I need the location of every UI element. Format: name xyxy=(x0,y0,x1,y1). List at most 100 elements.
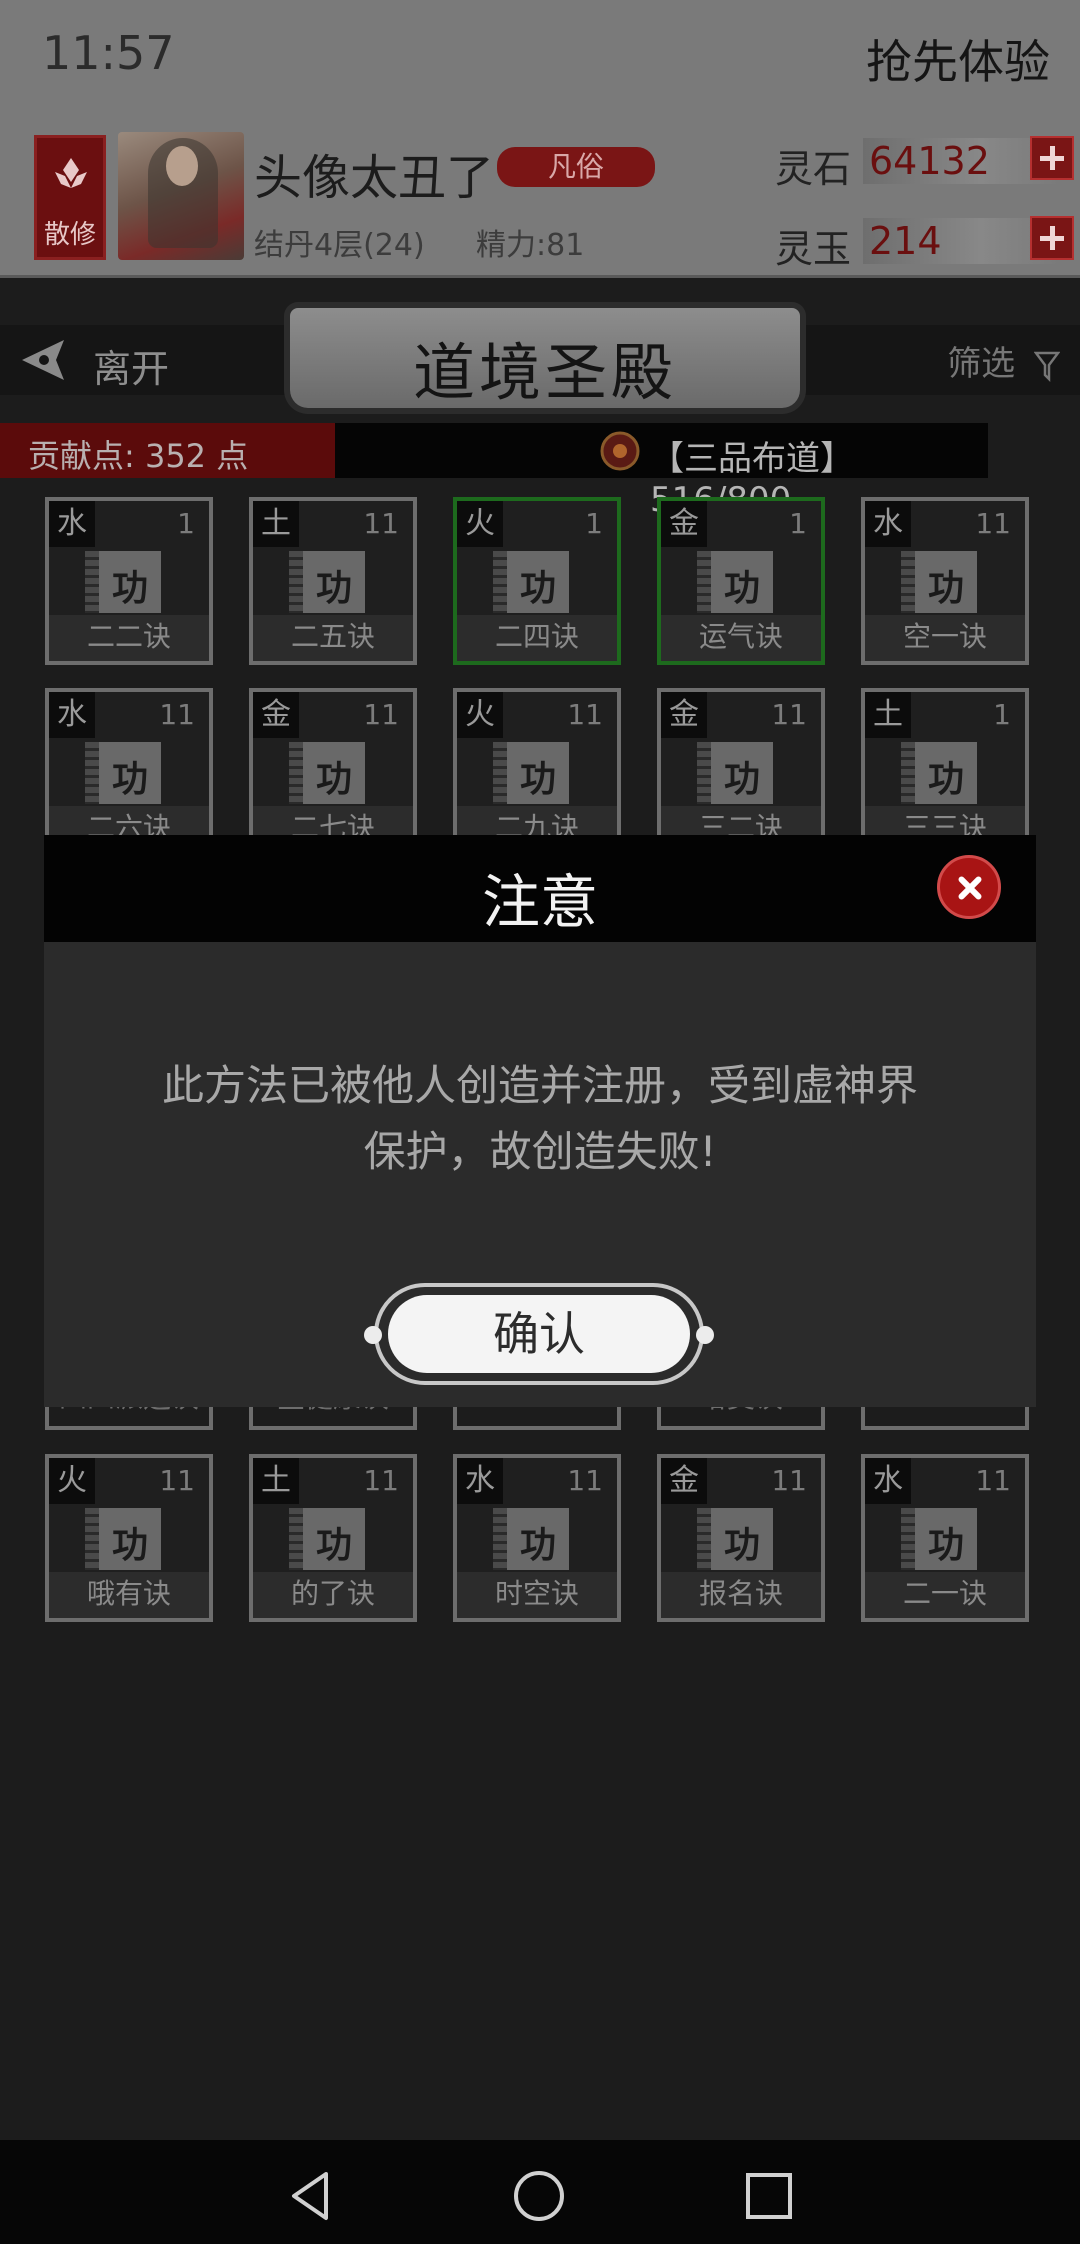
element-tag: 水 xyxy=(49,501,95,547)
filter-button[interactable]: 筛选 xyxy=(947,336,1060,385)
element-tag: 火 xyxy=(457,692,503,738)
skill-card[interactable]: 水 11 功 二六诀 xyxy=(45,688,213,856)
rank-badge: 凡俗 xyxy=(497,147,655,187)
contribution-points-box: 贡献点: 352 点 xyxy=(0,423,335,478)
frame-dot xyxy=(696,1326,714,1344)
close-icon[interactable] xyxy=(937,855,1001,919)
add-spirit-stone-button[interactable] xyxy=(1030,136,1074,180)
skill-name: 二一诀 xyxy=(865,1572,1025,1618)
dialog-title: 注意 xyxy=(481,868,598,936)
element-tag: 水 xyxy=(457,1458,503,1504)
status-bar: 11:57 抢先体验 xyxy=(0,0,1080,120)
lotus-icon xyxy=(55,158,87,188)
frame-dot xyxy=(364,1326,382,1344)
skill-name: 空一诀 xyxy=(865,615,1025,661)
confirm-button[interactable]: 确认 xyxy=(388,1295,690,1373)
skill-count: 11 xyxy=(567,1464,603,1497)
skill-card[interactable]: 火 11 功 哦有诀 xyxy=(45,1454,213,1622)
element-tag: 土 xyxy=(253,501,299,547)
skill-count: 11 xyxy=(975,507,1011,540)
skill-count: 1 xyxy=(585,507,603,540)
skill-card[interactable]: 水 11 功 时空诀 xyxy=(453,1454,621,1622)
dialog-message-line: 保护，故创造失败! xyxy=(363,1127,717,1176)
add-spirit-jade-button[interactable] xyxy=(1030,216,1074,260)
dialog-header: 注意 xyxy=(44,835,1036,942)
element-tag: 土 xyxy=(253,1458,299,1504)
skill-name: 运气诀 xyxy=(661,615,821,661)
skill-card[interactable]: 火 11 功 二九诀 xyxy=(453,688,621,856)
cultivation-level: 结丹4层(24) xyxy=(254,228,425,263)
confirm-button-frame: 确认 xyxy=(364,1283,714,1385)
skill-book-icon: 功 xyxy=(697,551,773,613)
skill-name: 二二诀 xyxy=(49,615,209,661)
avatar[interactable] xyxy=(118,132,244,260)
sect-badge[interactable]: 散修 xyxy=(34,135,106,260)
avatar-face xyxy=(166,146,198,186)
skill-card-selected[interactable]: 火 1 功 二四诀 xyxy=(453,497,621,665)
currency-name: 灵石 xyxy=(775,147,852,191)
currency-name: 灵玉 xyxy=(775,227,852,271)
energy: 精力:81 xyxy=(476,228,585,263)
player-header: 散修 头像太丑了 凡俗 结丹4层(24) 精力:81 灵石 64132 灵玉 2… xyxy=(0,120,1080,278)
skill-card[interactable]: 水 1 功 二二诀 xyxy=(45,497,213,665)
skill-book-icon: 功 xyxy=(901,742,977,804)
skill-book-icon: 功 xyxy=(85,1508,161,1570)
dialog-message: 此方法已被他人创造并注册，受到虚神界 保护，故创造失败! xyxy=(124,1053,956,1185)
leave-label: 离开 xyxy=(93,347,170,391)
page-title: 道境圣殿 xyxy=(412,336,677,409)
sect-label: 散修 xyxy=(43,220,96,250)
skill-book-icon: 功 xyxy=(901,1508,977,1570)
skill-book-icon: 功 xyxy=(697,742,773,804)
element-tag: 水 xyxy=(865,501,911,547)
skill-card[interactable]: 土 1 功 三三诀 xyxy=(861,688,1029,856)
notice-dialog: 注意 此方法已被他人创造并注册，受到虚神界 保护，故创造失败! 确认 xyxy=(44,835,1036,1407)
element-tag: 土 xyxy=(865,692,911,738)
element-tag: 水 xyxy=(865,1458,911,1504)
home-icon[interactable] xyxy=(511,2168,567,2224)
skill-count: 11 xyxy=(771,1464,807,1497)
skill-card[interactable]: 土 11 功 的了诀 xyxy=(249,1454,417,1622)
skill-book-icon: 功 xyxy=(289,551,365,613)
back-arrow-icon xyxy=(22,340,64,380)
skill-card[interactable]: 金 11 功 二七诀 xyxy=(249,688,417,856)
skill-count: 11 xyxy=(363,698,399,731)
skill-count: 11 xyxy=(159,698,195,731)
skill-book-icon: 功 xyxy=(493,551,569,613)
skill-count: 11 xyxy=(771,698,807,731)
skill-book-icon: 功 xyxy=(289,742,365,804)
skill-book-icon: 功 xyxy=(85,551,161,613)
skill-book-icon: 功 xyxy=(85,742,161,804)
skill-name: 哦有诀 xyxy=(49,1572,209,1618)
skill-name: 的了诀 xyxy=(253,1572,413,1618)
early-access-label: 抢先体验 xyxy=(866,35,1050,89)
element-tag: 金 xyxy=(661,501,707,547)
skill-book-icon: 功 xyxy=(901,551,977,613)
skill-book-icon: 功 xyxy=(697,1508,773,1570)
skill-card[interactable]: 水 11 功 二一诀 xyxy=(861,1454,1029,1622)
skill-book-icon: 功 xyxy=(493,742,569,804)
skill-count: 11 xyxy=(363,507,399,540)
skill-name: 报名诀 xyxy=(661,1572,821,1618)
leave-button[interactable]: 离开 xyxy=(18,332,178,391)
rank-medal-icon xyxy=(600,431,640,471)
skill-count: 11 xyxy=(975,1464,1011,1497)
filter-icon xyxy=(1034,351,1060,382)
page-title-plate: 道境圣殿 xyxy=(290,308,800,409)
skill-card[interactable]: 金 11 功 三二诀 xyxy=(657,688,825,856)
skill-name: 二四诀 xyxy=(457,615,617,661)
element-tag: 水 xyxy=(49,692,95,738)
skill-card[interactable]: 土 11 功 二五诀 xyxy=(249,497,417,665)
element-tag: 火 xyxy=(457,501,503,547)
skill-count: 11 xyxy=(159,1464,195,1497)
skill-name: 二五诀 xyxy=(253,615,413,661)
skill-card[interactable]: 水 11 功 空一诀 xyxy=(861,497,1029,665)
back-icon[interactable] xyxy=(282,2168,338,2224)
skill-name: 时空诀 xyxy=(457,1572,617,1618)
player-name: 头像太丑了 xyxy=(254,150,495,206)
element-tag: 火 xyxy=(49,1458,95,1504)
skill-card[interactable]: 金 11 功 报名诀 xyxy=(657,1454,825,1622)
dialog-message-line: 此方法已被他人创造并注册，受到虚神界 xyxy=(161,1061,918,1110)
skill-count: 1 xyxy=(993,698,1011,731)
skill-card-selected[interactable]: 金 1 功 运气诀 xyxy=(657,497,825,665)
recents-icon[interactable] xyxy=(741,2168,797,2224)
